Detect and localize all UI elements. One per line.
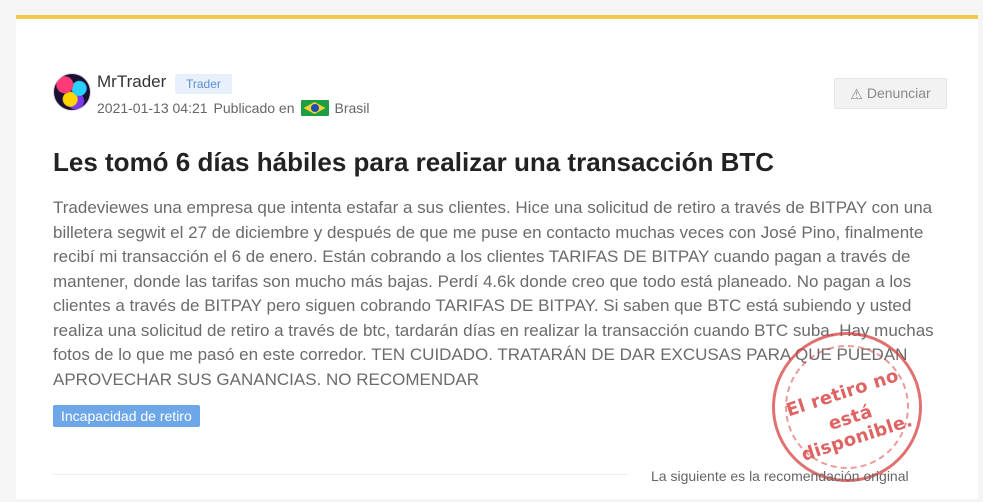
published-label: Publicado en <box>213 100 295 116</box>
report-button[interactable]: ⚠ Denunciar <box>834 78 947 109</box>
review-card: MrTrader Trader 2021-01-13 04:21 Publica… <box>16 15 978 502</box>
post-body: Tradeviewes una empresa que intenta esta… <box>53 198 934 389</box>
stamp-line-2: está disponible. <box>798 401 916 466</box>
original-recommendation-note: La siguiente es la recomendación origina… <box>651 468 909 484</box>
divider <box>53 474 628 475</box>
post-title: Les tomó 6 días hábiles para realizar un… <box>53 147 775 177</box>
author-name[interactable]: MrTrader <box>97 72 166 92</box>
post-meta: 2021-01-13 04:21 Publicado en Brasil <box>97 99 370 117</box>
country-name: Brasil <box>334 100 370 116</box>
warning-icon: ⚠ <box>850 85 863 102</box>
post-datetime: 2021-01-13 04:21 <box>97 100 208 116</box>
issue-tag[interactable]: Incapacidad de retiro <box>53 405 200 427</box>
report-label: Denunciar <box>866 85 931 101</box>
brazil-flag-icon <box>300 100 329 116</box>
avatar[interactable] <box>53 73 91 111</box>
role-badge: Trader <box>175 74 232 94</box>
